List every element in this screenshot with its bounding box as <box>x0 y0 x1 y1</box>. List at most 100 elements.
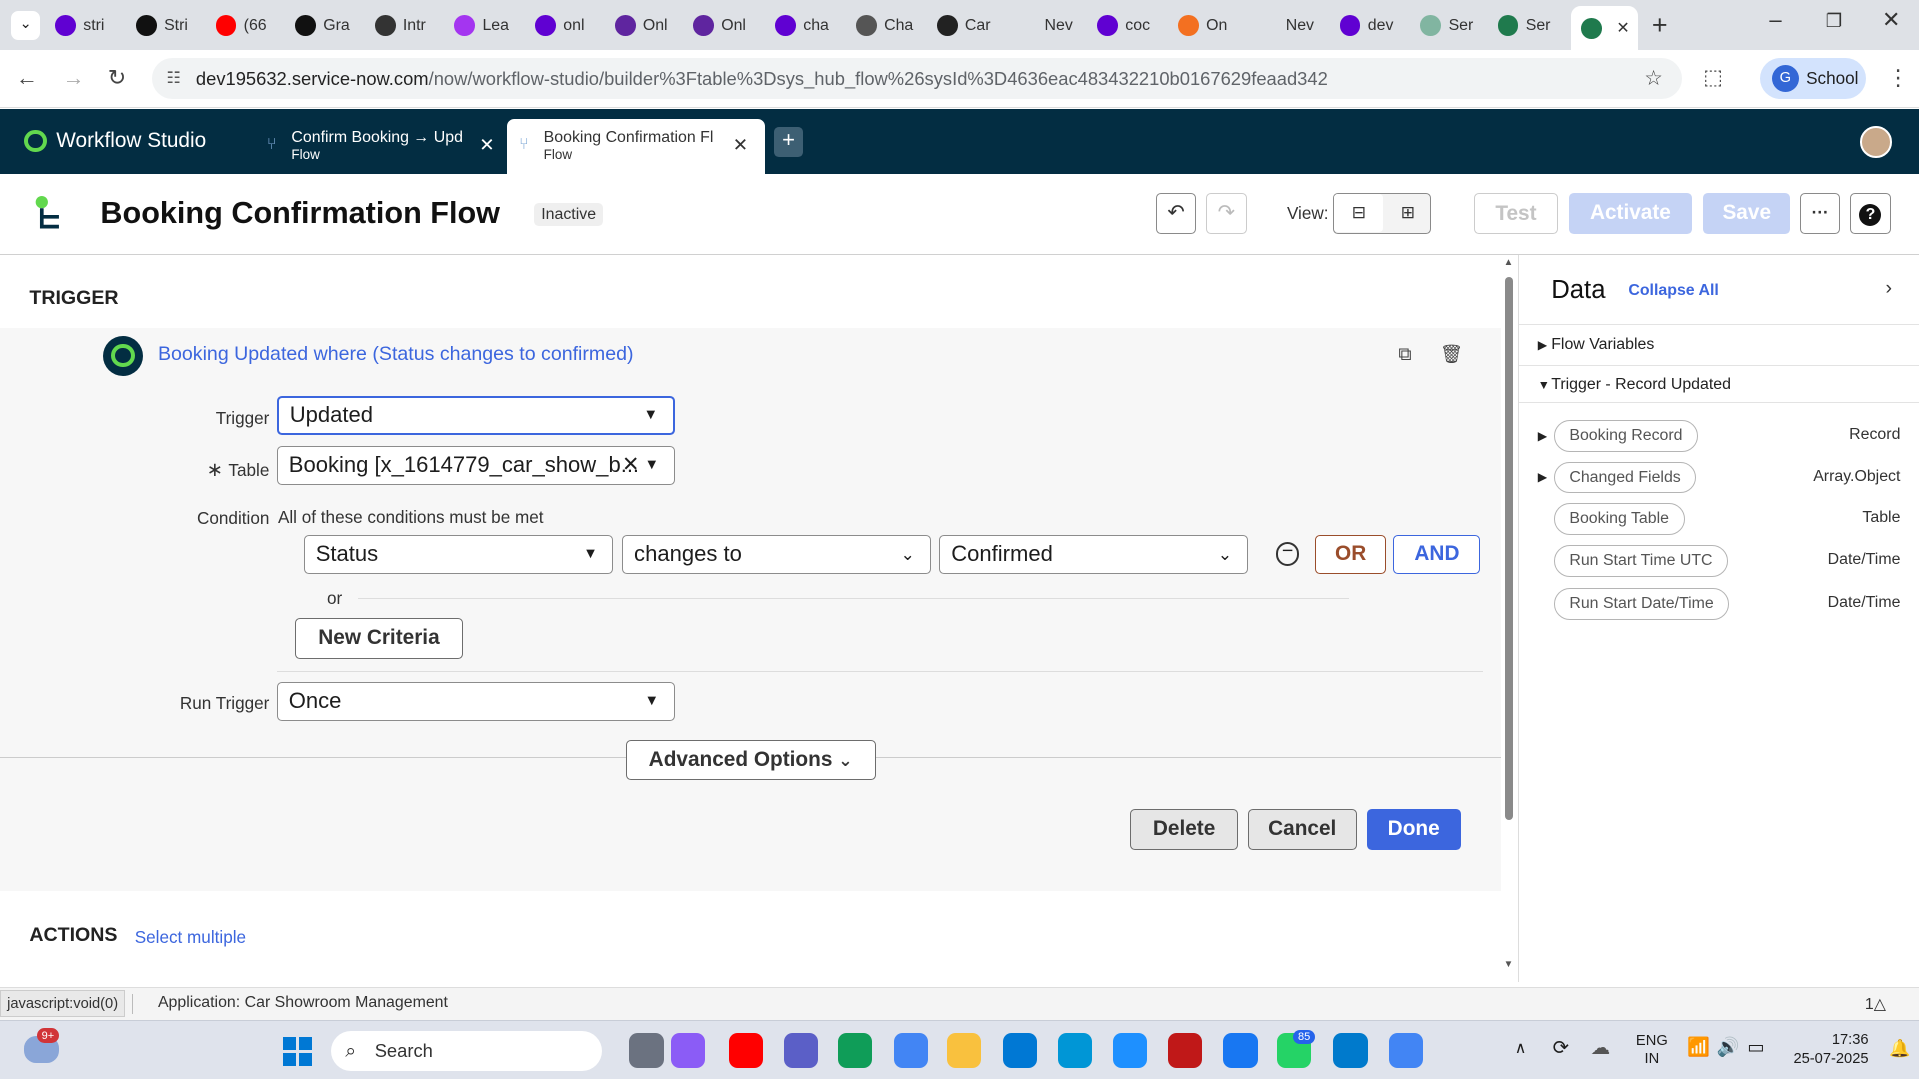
browser-tab[interactable]: Gra <box>295 9 366 43</box>
scrollbar-thumb[interactable] <box>1504 276 1514 821</box>
store-icon[interactable] <box>1002 1033 1038 1068</box>
help-app-icon[interactable] <box>1113 1033 1148 1068</box>
browser-tab[interactable]: Onl <box>614 9 686 43</box>
browser-tab[interactable]: Car <box>936 9 1008 43</box>
caret-down-icon[interactable]: ▼ <box>1538 378 1550 392</box>
more-options-button[interactable]: ··· <box>1800 193 1841 234</box>
wifi-icon[interactable]: 📶 <box>1687 1036 1710 1058</box>
condition-operator-select[interactable]: changes to ⌄ <box>622 535 931 575</box>
start-icon[interactable] <box>282 1036 313 1067</box>
show-hidden-icons[interactable]: ∧ <box>1515 1038 1527 1058</box>
browser-tab[interactable]: Nev <box>1257 9 1329 43</box>
canvas-scrollbar[interactable]: ▲ ▼ <box>1503 257 1515 978</box>
studio-brand[interactable]: Workflow Studio <box>24 129 206 153</box>
facebook-icon[interactable] <box>1223 1033 1258 1068</box>
and-button[interactable]: AND <box>1393 535 1481 575</box>
browser-tab[interactable]: (66 <box>215 9 287 43</box>
close-window-icon[interactable]: ✕ <box>1882 7 1900 33</box>
browser-tab[interactable]: Stri <box>135 9 207 43</box>
redo-button[interactable]: ↷ <box>1206 193 1247 234</box>
battery-icon[interactable]: ▭ <box>1747 1036 1764 1058</box>
trigger-select[interactable]: Updated ▼ <box>276 395 675 435</box>
browser-tab[interactable]: Cha <box>855 9 927 43</box>
scroll-down-icon[interactable]: ▼ <box>1504 959 1514 970</box>
task-view-icon[interactable] <box>629 1033 664 1068</box>
profile-button[interactable]: G School <box>1759 57 1867 100</box>
sync-icon[interactable]: ⟳ <box>1553 1036 1569 1060</box>
new-tab-button[interactable]: + <box>1652 10 1668 41</box>
site-info-icon[interactable]: ☷ <box>167 58 181 100</box>
delete-button[interactable]: Delete <box>1130 809 1238 850</box>
studio-tab-booking-confirmation[interactable]: ⑂ Booking Confirmation Fl Flow ✕ <box>506 118 766 174</box>
copy-trigger-icon[interactable]: ⧉ <box>1398 343 1411 365</box>
vscode-icon[interactable] <box>1333 1033 1368 1068</box>
minimize-icon[interactable]: – <box>1769 7 1781 33</box>
chrome-menu-icon[interactable]: ⋮ <box>1887 65 1909 91</box>
save-button[interactable]: Save <box>1703 193 1791 234</box>
close-tab-icon[interactable]: ✕ <box>733 135 748 153</box>
browser-tab[interactable]: coc <box>1097 9 1168 43</box>
close-tab-icon[interactable]: ✕ <box>1616 18 1629 38</box>
copilot-icon[interactable] <box>671 1033 706 1068</box>
notifications[interactable]: 1△ <box>1865 994 1886 1014</box>
studio-tab-confirm-booking[interactable]: ⑂ Confirm Booking → Upd Flow ✕ <box>255 119 512 174</box>
browser-tab[interactable]: Onl <box>693 9 764 43</box>
browser-tab[interactable]: Intr <box>374 9 446 43</box>
forward-icon[interactable]: → <box>62 65 84 91</box>
browser-tab[interactable]: stri <box>55 9 126 43</box>
clock[interactable]: 17:36 25-07-2025 <box>1788 1031 1868 1070</box>
tab-search-icon[interactable]: ⌄ <box>11 11 41 41</box>
data-pill-booking-table[interactable]: Booking Table <box>1553 503 1685 536</box>
close-tab-icon[interactable]: ✕ <box>479 135 494 153</box>
active-browser-tab[interactable]: ✕ <box>1571 6 1639 51</box>
clear-icon[interactable]: ✕ <box>622 447 639 484</box>
browser-tab[interactable]: On <box>1177 9 1249 43</box>
data-pill-run-start-datetime[interactable]: Run Start Date/Time <box>1553 587 1730 620</box>
or-button[interactable]: OR <box>1315 535 1387 575</box>
browser-tab[interactable]: cha <box>775 9 846 43</box>
volume-icon[interactable]: 🔊 <box>1717 1036 1740 1058</box>
maximize-icon[interactable]: ❐ <box>1826 10 1842 32</box>
file-explorer-icon[interactable] <box>946 1033 981 1068</box>
url-input[interactable]: ☷ dev195632.service-now.com/now/workflow… <box>151 57 1683 100</box>
chrome-icon[interactable] <box>893 1033 929 1068</box>
hp-icon[interactable] <box>1057 1033 1093 1068</box>
select-multiple-link[interactable]: Select multiple <box>135 927 246 948</box>
browser-tab[interactable]: Nev <box>1016 9 1087 43</box>
notification-bell-icon[interactable]: 🔔 <box>1889 1038 1910 1059</box>
taskbar-search[interactable]: ⌕ Search <box>330 1030 603 1072</box>
advanced-options-button[interactable]: Advanced Options ⌄ <box>625 739 876 780</box>
data-pill-booking-record[interactable]: Booking Record <box>1553 419 1699 452</box>
caret-right-icon[interactable]: ▶ <box>1538 470 1547 484</box>
back-icon[interactable]: ← <box>16 65 38 91</box>
browser-tab[interactable]: Lea <box>454 9 525 43</box>
browser-tab[interactable]: dev <box>1339 9 1411 43</box>
activate-button[interactable]: Activate <box>1568 193 1693 234</box>
chevron-right-icon[interactable]: › <box>1886 277 1893 300</box>
caret-right-icon[interactable]: ▶ <box>1538 429 1547 443</box>
teams-icon[interactable] <box>783 1033 818 1068</box>
condition-field-select[interactable]: Status ▼ <box>303 535 614 575</box>
grid-view-icon[interactable]: ⊞ <box>1383 194 1432 232</box>
collapse-all-link[interactable]: Collapse All <box>1628 282 1718 300</box>
undo-button[interactable]: ↶ <box>1155 193 1197 234</box>
data-pill-run-start-time-utc[interactable]: Run Start Time UTC <box>1553 544 1729 577</box>
chrome-profile-icon[interactable] <box>1388 1033 1423 1068</box>
caret-right-icon[interactable]: ▶ <box>1538 338 1547 352</box>
language-indicator[interactable]: ENG IN <box>1636 1032 1668 1069</box>
browser-tab[interactable]: onl <box>535 9 606 43</box>
scroll-up-icon[interactable]: ▲ <box>1504 257 1514 268</box>
table-select[interactable]: Booking [x_1614779_car_show_b... ✕ ▼ <box>276 445 675 485</box>
edge-icon[interactable] <box>837 1033 872 1068</box>
cancel-button[interactable]: Cancel <box>1247 809 1357 850</box>
mcafee-icon[interactable] <box>1168 1033 1203 1068</box>
test-button[interactable]: Test <box>1474 193 1558 234</box>
run-trigger-select[interactable]: Once ▼ <box>276 682 675 722</box>
bookmark-star-icon[interactable]: ☆ <box>1644 58 1663 100</box>
browser-tab[interactable]: Ser <box>1497 9 1569 43</box>
trigger-summary-link[interactable]: Booking Updated where (Status changes to… <box>158 343 634 366</box>
new-studio-tab-button[interactable]: + <box>773 127 804 157</box>
new-criteria-button[interactable]: New Criteria <box>295 618 463 659</box>
tree-view-icon[interactable]: ⊟ <box>1334 194 1384 233</box>
user-avatar[interactable] <box>1860 126 1892 158</box>
